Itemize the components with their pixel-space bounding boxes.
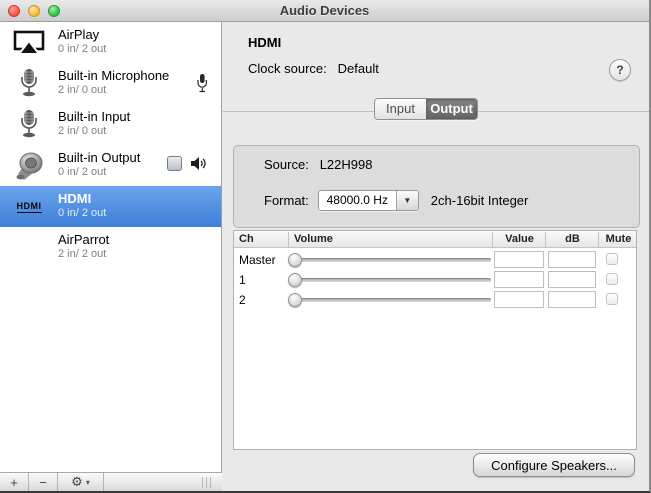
format-dropdown-value: 48000.0 Hz [326,193,388,207]
sidebar-item-hdmi[interactable]: HDMI HDMI 0 in/ 2 out [0,186,221,227]
source-label: Source: [264,157,309,172]
microphone-icon [8,106,50,143]
slider-thumb[interactable] [288,273,302,287]
value-field[interactable] [494,251,544,268]
table-header: Ch Volume Value dB Mute [234,231,636,248]
slider-thumb[interactable] [288,253,302,267]
airplay-icon [8,24,50,61]
device-name: AirPlay [58,27,100,42]
format-dropdown[interactable]: 48000.0 Hz ▼ [317,190,419,211]
channel-row-1: 1 [234,270,636,290]
device-title: HDMI [248,35,282,50]
source-value: L22H998 [319,157,373,172]
default-input-mic-icon [197,74,207,93]
source-line: Source: L22H998 [264,157,372,172]
column-divider [288,232,289,247]
device-detail-panel: HDMI Clock source: Default ? Input Outpu… [223,22,649,491]
slider-thumb[interactable] [288,293,302,307]
system-sounds-finder-icon [167,156,182,171]
tab-input[interactable]: Input [375,99,426,119]
help-button[interactable]: ? [609,59,631,81]
channels-table: Ch Volume Value dB Mute Master 1 2 [233,230,637,450]
dropdown-arrow-icon: ▼ [395,191,418,210]
gear-icon: ⚙ [71,474,83,490]
speaker-icon [8,147,50,184]
col-header-ch: Ch [239,233,254,245]
clock-source-value: Default [337,61,379,76]
device-name: AirParrot [58,232,110,247]
format-label: Format: [264,193,309,208]
volume-slider[interactable] [288,273,491,287]
sidebar-toolbar: + − ⚙ ▾ [0,472,222,491]
column-divider [492,232,493,247]
volume-slider[interactable] [288,253,491,267]
column-divider [545,232,546,247]
value-field[interactable] [494,271,544,288]
db-field[interactable] [548,251,596,268]
clock-source-label: Clock source: [248,61,327,76]
device-detail: 2 in/ 0 out [58,84,107,96]
mute-checkbox[interactable] [606,253,618,265]
sidebar-item-built-in-microphone[interactable]: Built-in Microphone 2 in/ 0 out [0,63,221,104]
default-output-speaker-icon [191,157,206,170]
titlebar[interactable]: Audio Devices [0,0,649,22]
volume-slider[interactable] [288,293,491,307]
mute-checkbox[interactable] [606,293,618,305]
db-field[interactable] [548,271,596,288]
add-device-button[interactable]: + [0,473,29,491]
col-header-volume: Volume [294,233,333,245]
mute-checkbox[interactable] [606,273,618,285]
device-detail: 0 in/ 2 out [58,43,107,55]
device-name: HDMI [58,191,92,206]
db-field[interactable] [548,291,596,308]
window-title: Audio Devices [279,3,370,18]
device-list-sidebar: AirPlay 0 in/ 2 out Built-in Microphone … [0,22,222,491]
sidebar-item-built-in-input[interactable]: Built-in Input 2 in/ 0 out [0,104,221,145]
channel-row-2: 2 [234,290,636,310]
device-detail: 2 in/ 0 out [58,125,107,137]
channel-label: 1 [239,273,246,287]
device-detail: 0 in/ 2 out [58,207,107,219]
chevron-down-icon: ▾ [85,477,90,487]
column-divider [598,232,599,247]
remove-device-button[interactable]: − [29,473,58,491]
source-format-box: Source: L22H998 Format: 48000.0 Hz ▼ 2ch… [233,145,640,228]
channel-row-master: Master [234,250,636,270]
microphone-icon [8,65,50,102]
clock-source-line: Clock source: Default [248,61,379,76]
configure-speakers-button[interactable]: Configure Speakers... [473,453,635,477]
device-name: Built-in Input [58,109,131,124]
toolbar-resize-grip[interactable] [202,477,214,488]
sidebar-item-airplay[interactable]: AirPlay 0 in/ 2 out [0,22,221,63]
sidebar-item-airparrot[interactable]: AirParrot 2 in/ 2 out [0,227,221,268]
hdmi-icon: HDMI [16,200,42,213]
device-name: Built-in Output [58,150,141,165]
format-detail: 2ch-16bit Integer [430,193,529,208]
channel-label: 2 [239,293,246,307]
value-field[interactable] [494,291,544,308]
tab-output[interactable]: Output [426,99,477,119]
action-menu-button[interactable]: ⚙ ▾ [58,473,104,491]
col-header-mute: Mute [605,233,632,245]
col-header-value: Value [505,233,534,245]
device-detail: 2 in/ 2 out [58,248,107,260]
sidebar-item-built-in-output[interactable]: Built-in Output 0 in/ 2 out [0,145,221,186]
channel-label: Master [239,253,276,267]
io-tab-bar: Input Output [374,98,478,120]
format-line: Format: 48000.0 Hz ▼ 2ch-16bit Integer [264,190,528,211]
audio-devices-window: Audio Devices AirPlay 0 in/ 2 out Built-… [0,0,651,493]
device-name: Built-in Microphone [58,68,170,83]
col-header-db: dB [565,233,580,245]
device-detail: 0 in/ 2 out [58,166,107,178]
